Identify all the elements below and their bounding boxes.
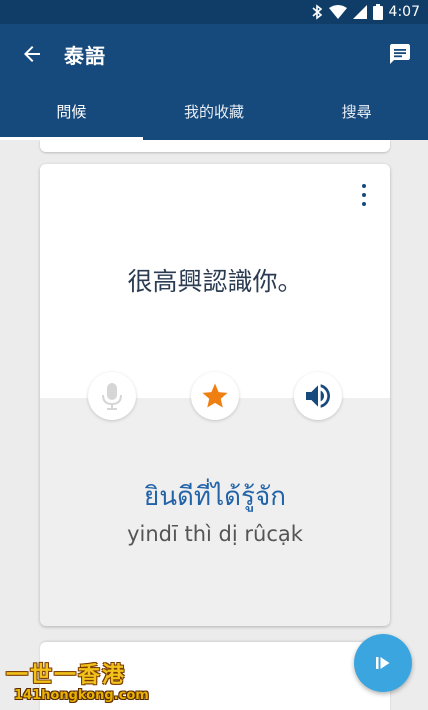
- arrow-left-icon[interactable]: [20, 42, 44, 66]
- wifi-icon: [328, 5, 347, 19]
- chinese-phrase: 很高興認識你。: [127, 267, 303, 296]
- signal-icon: [352, 5, 367, 19]
- watermark: 一世一香港 141hongkong.com: [6, 663, 149, 706]
- speaker-icon: [306, 384, 330, 408]
- watermark-url: 141hongkong.com: [14, 688, 149, 703]
- status-bar: 4:07: [0, 0, 428, 24]
- microphone-button[interactable]: [88, 372, 136, 420]
- tab-search[interactable]: 搜尋: [285, 96, 428, 140]
- tab-bar: 問候 我的收藏 搜尋: [0, 96, 428, 140]
- tab-greetings[interactable]: 問候: [0, 96, 143, 140]
- bluetooth-icon: [312, 4, 322, 20]
- app-bar: 泰語 問候 我的收藏 搜尋: [0, 24, 428, 140]
- status-time: 4:07: [388, 4, 420, 20]
- play-next-icon: [376, 657, 390, 669]
- message-icon[interactable]: [388, 42, 412, 66]
- microphone-icon: [102, 383, 122, 410]
- tab-favorites[interactable]: 我的收藏: [143, 96, 286, 140]
- page-title: 泰語: [64, 44, 106, 68]
- romanization: yindī thì dị rûcạk: [127, 522, 303, 546]
- battery-icon: [372, 4, 383, 20]
- star-icon: [202, 383, 228, 408]
- favorite-button[interactable]: [191, 372, 239, 420]
- previous-phrase-card[interactable]: [40, 140, 390, 152]
- watermark-title: 一世一香港: [6, 663, 127, 688]
- play-next-button[interactable]: [354, 634, 412, 692]
- more-vertical-icon[interactable]: [360, 184, 368, 206]
- thai-phrase: ยินดีที่ได้รู้จัก: [144, 482, 286, 512]
- phrase-card: 很高興認識你。 ยินดีที่ได้รู้จัก yindī thì dị r…: [40, 164, 390, 626]
- speaker-button[interactable]: [294, 372, 342, 420]
